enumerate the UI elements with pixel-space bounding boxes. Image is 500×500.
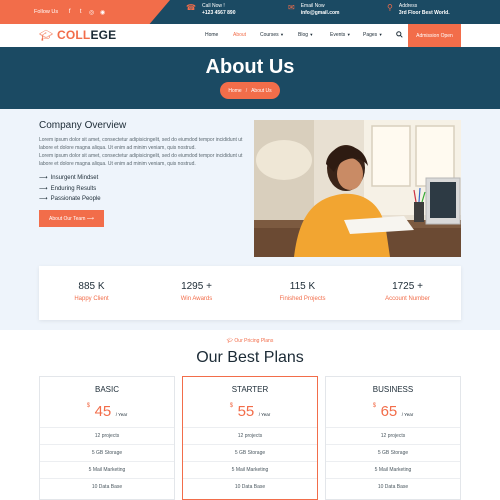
plan-name: BASIC bbox=[94, 385, 119, 394]
admission-open-button[interactable]: Admission Open bbox=[408, 24, 461, 47]
chevron-down-icon: ▼ bbox=[280, 32, 284, 37]
breadcrumb-home[interactable]: Home bbox=[228, 88, 241, 94]
nav-pages[interactable]: Pages ▼ bbox=[363, 32, 383, 38]
plan-feature: 5 GB Storage bbox=[326, 444, 460, 461]
plan-price: $ 45 / Year bbox=[86, 403, 128, 420]
stat-number: 885 K bbox=[78, 281, 105, 292]
location-icon: ⚲ bbox=[387, 3, 393, 12]
stat-item: 115 K Finished Projects bbox=[250, 281, 355, 302]
stat-label: Happy Client bbox=[74, 296, 109, 302]
overview-list: ⟶ Insurgent Mindset ⟶ Enduring Results ⟶ Pa… bbox=[39, 173, 101, 205]
stat-number: 1295 + bbox=[181, 281, 212, 292]
chevron-down-icon: ▼ bbox=[309, 32, 314, 37]
plan-feature: 5 GB Storage bbox=[40, 444, 174, 461]
plan-feature: 5 GB Storage bbox=[183, 444, 317, 461]
chevron-down-icon: ▼ bbox=[378, 32, 383, 37]
contact-label: Call Now ! bbox=[201, 3, 225, 9]
twitter-icon[interactable]: t bbox=[75, 9, 86, 15]
nav-courses[interactable]: Courses ▼ bbox=[260, 32, 284, 38]
stat-item: 1295 + Win Awards bbox=[144, 281, 249, 302]
logo-text: COLLEGE bbox=[56, 28, 117, 42]
nav-about[interactable]: About bbox=[233, 32, 246, 38]
follow-us-label: Follow Us bbox=[34, 9, 59, 15]
phone-icon: ☎ bbox=[186, 3, 196, 12]
contact-email[interactable]: ✉ Email Now info@gmail.com bbox=[288, 3, 339, 17]
follow-us-strip: Follow Us f t ◎ ◉ bbox=[0, 0, 170, 24]
stat-item: 1725 + Account Number bbox=[355, 281, 460, 302]
plan-feature: 10 Data Base bbox=[40, 478, 174, 495]
page-title: About Us bbox=[205, 56, 295, 78]
contact-label: Address bbox=[398, 3, 418, 9]
plan-price: $ 65 / Year bbox=[372, 403, 414, 420]
plan-name: STARTER bbox=[231, 385, 269, 394]
list-item: ⟶ Passionate People bbox=[39, 196, 101, 202]
chevron-down-icon: ▼ bbox=[346, 32, 351, 37]
pricing-card-business: BUSINESS $ 65 / Year 12 projects 5 GB St… bbox=[325, 376, 461, 500]
graduation-cap-icon: 🎓︎ bbox=[39, 29, 53, 42]
about-our-team-button[interactable]: About Our Team ⟶ bbox=[39, 210, 104, 227]
graduation-cap-icon: 🎓︎ bbox=[226, 338, 234, 344]
stat-number: 115 K bbox=[289, 281, 316, 292]
breadcrumb-separator: / bbox=[245, 87, 248, 94]
contact-label: Email Now bbox=[300, 3, 325, 9]
plan-feature: 12 projects bbox=[183, 427, 317, 444]
contact-value: +123 4567 890 bbox=[201, 10, 236, 16]
logo[interactable]: 🎓︎ COLLEGE bbox=[39, 28, 116, 42]
pricing-card-starter: STARTER $ 55 / Year 12 projects 5 GB Sto… bbox=[182, 376, 318, 500]
overview-title: Company Overview bbox=[39, 120, 127, 131]
contact-address[interactable]: ⚲ Address 3rd Floor Best World. bbox=[387, 3, 450, 17]
nav-blog[interactable]: Blog ▼ bbox=[298, 32, 313, 38]
plan-feature: 10 Data Base bbox=[326, 478, 460, 495]
breadcrumb: Home / About Us bbox=[220, 82, 280, 99]
pinterest-icon[interactable]: ◉ bbox=[97, 9, 108, 16]
plan-feature: 12 projects bbox=[326, 427, 460, 444]
nav-events[interactable]: Events ▼ bbox=[330, 32, 351, 38]
arrow-right-icon: ⟶ bbox=[86, 215, 94, 222]
pricing-card-basic: BASIC $ 45 / Year 12 projects 5 GB Stora… bbox=[39, 376, 175, 500]
overview-paragraph: Lorem ipsum dolor sit amet, consectetur … bbox=[39, 153, 243, 167]
plan-name: BUSINESS bbox=[372, 385, 414, 394]
stat-label: Finished Projects bbox=[279, 296, 326, 302]
arrow-right-icon: ⟶ bbox=[39, 196, 48, 202]
arrow-right-icon: ⟶ bbox=[39, 185, 48, 192]
plan-feature: 5 Mail Marketing bbox=[326, 461, 460, 478]
search-icon[interactable] bbox=[396, 31, 403, 40]
facebook-icon[interactable]: f bbox=[64, 9, 75, 15]
plan-price: $ 55 / Year bbox=[229, 403, 271, 420]
stat-item: 885 K Happy Client bbox=[39, 281, 144, 302]
contact-value: 3rd Floor Best World. bbox=[398, 10, 450, 16]
list-item: ⟶ Enduring Results bbox=[39, 185, 97, 192]
plan-feature: 10 Data Base bbox=[183, 478, 317, 495]
top-bar: Follow Us f t ◎ ◉ ☎ Call Now ! +123 4567… bbox=[0, 0, 500, 24]
plan-feature: 12 projects bbox=[40, 427, 174, 444]
plans-tagline: 🎓︎ Our Pricing Plans bbox=[226, 338, 274, 344]
contact-phone[interactable]: ☎ Call Now ! +123 4567 890 bbox=[186, 3, 235, 17]
plan-feature: 5 Mail Marketing bbox=[40, 461, 174, 478]
stat-number: 1725 + bbox=[392, 281, 423, 292]
student-photo bbox=[254, 120, 461, 257]
stat-label: Win Awards bbox=[180, 296, 213, 302]
contact-value: info@gmail.com bbox=[300, 10, 340, 16]
mail-icon: ✉ bbox=[288, 3, 295, 12]
list-item: ⟶ Insurgent Mindset bbox=[39, 175, 99, 181]
instagram-icon[interactable]: ◎ bbox=[86, 9, 97, 16]
overview-paragraph: Lorem ipsum dolor sit amet, consectetur … bbox=[39, 137, 243, 151]
stat-label: Account Number bbox=[385, 296, 430, 302]
arrow-right-icon: ⟶ bbox=[39, 175, 48, 181]
nav-home[interactable]: Home bbox=[205, 32, 218, 38]
plan-feature: 5 Mail Marketing bbox=[183, 461, 317, 478]
breadcrumb-current: About Us bbox=[251, 87, 272, 94]
plans-title: Our Best Plans bbox=[196, 349, 304, 366]
